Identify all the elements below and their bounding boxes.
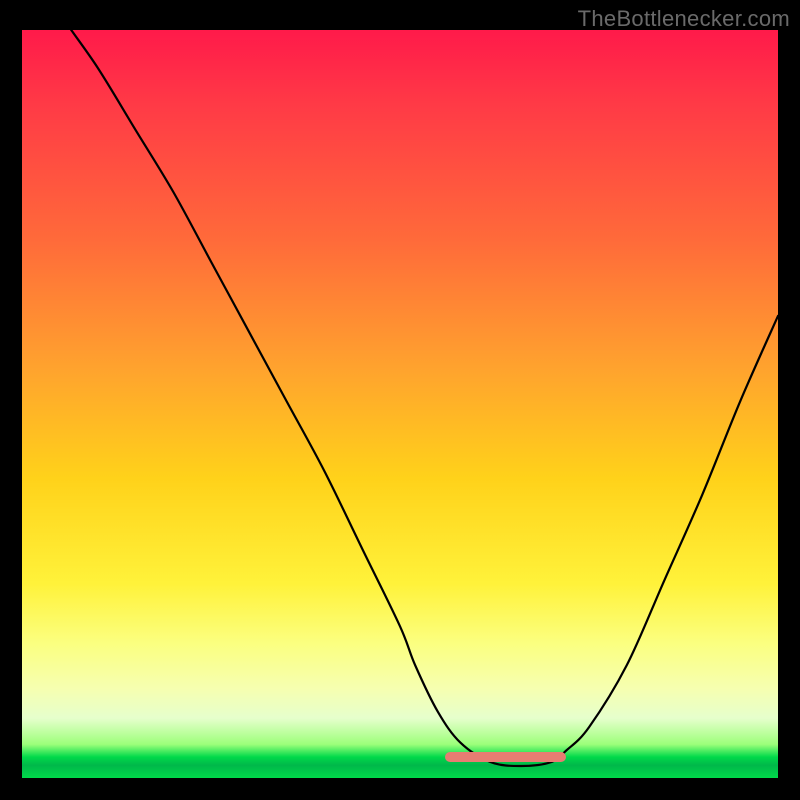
bottleneck-curve	[22, 30, 778, 778]
plot-area	[22, 30, 778, 778]
watermark-text: TheBottlenecker.com	[578, 6, 790, 32]
curve-path	[22, 30, 778, 766]
chart-frame: TheBottlenecker.com	[0, 0, 800, 800]
optimal-range-marker	[445, 752, 566, 762]
